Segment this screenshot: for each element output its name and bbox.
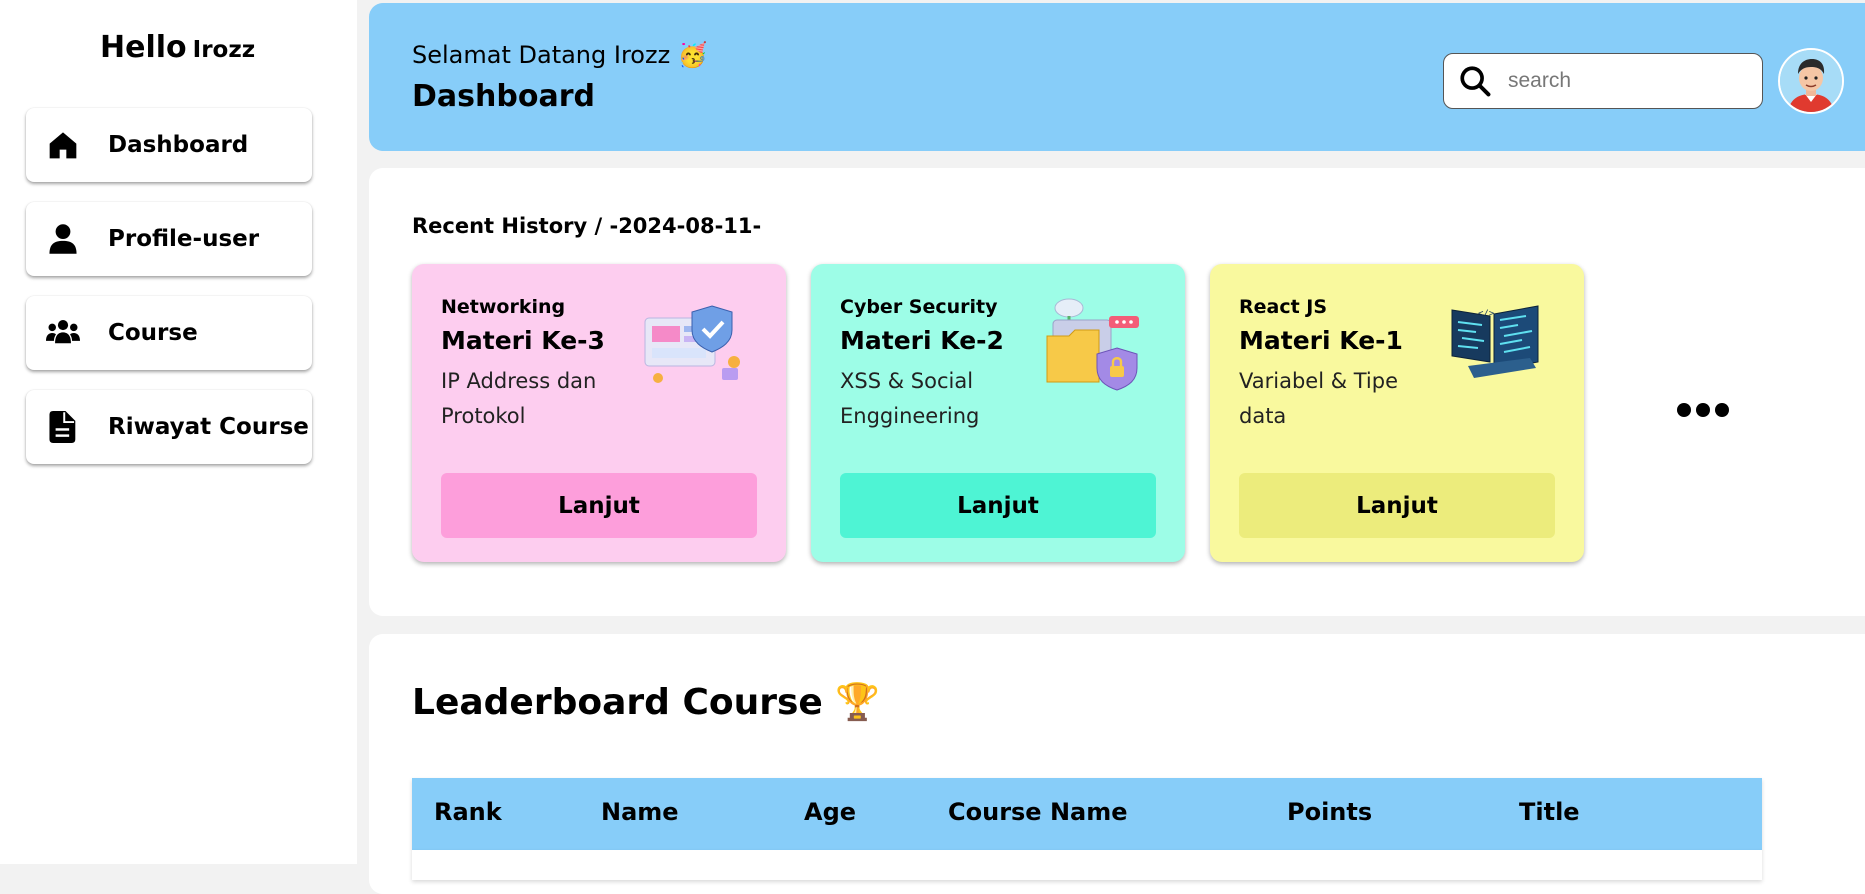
sidebar-greeting: Hello Irozz	[100, 30, 255, 65]
leaderboard-panel: Leaderboard Course 🏆 Rank Name Age Cours…	[369, 634, 1865, 894]
page-title: Dashboard	[412, 79, 595, 114]
sidebar-item-label: Riwayat Course	[108, 414, 309, 440]
sidebar-item-course[interactable]: Course	[26, 296, 312, 370]
username-text: Irozz	[192, 37, 256, 63]
greeting-text: Hello	[100, 30, 187, 65]
dot	[1715, 403, 1729, 417]
card-materi: Materi Ke-3	[441, 326, 605, 355]
lanjut-button[interactable]: Lanjut	[840, 473, 1156, 538]
search-bar[interactable]	[1443, 53, 1763, 109]
recent-history-title: Recent History / -2024-08-11-	[412, 214, 762, 238]
card-course-name: Cyber Security	[840, 296, 998, 318]
column-header-course-name: Course Name	[948, 798, 1128, 826]
course-card-react-js: React JS Materi Ke-1 Variabel & Tipe dat…	[1210, 264, 1584, 562]
dot	[1677, 403, 1691, 417]
welcome-text: Selamat Datang Irozz 🥳	[412, 41, 708, 69]
card-description: XSS & Social Enggineering	[840, 369, 980, 428]
card-materi: Materi Ke-1	[1239, 326, 1403, 355]
leaderboard-title: Leaderboard Course 🏆	[412, 682, 881, 723]
leaderboard-table-header: Rank Name Age Course Name Points Title	[412, 778, 1762, 850]
network-illustration	[640, 296, 750, 396]
security-illustration	[1039, 296, 1149, 396]
code-illustration: </>	[1438, 296, 1548, 396]
card-materi: Materi Ke-2	[840, 326, 1004, 355]
column-header-name: Name	[601, 798, 679, 826]
sidebar-item-profile-user[interactable]: Profile-user	[26, 202, 312, 276]
sidebar-item-riwayat-course[interactable]: Riwayat Course	[26, 390, 312, 464]
search-icon[interactable]	[1458, 64, 1492, 98]
user-icon	[46, 222, 80, 256]
more-dots-icon[interactable]	[1677, 400, 1737, 420]
document-icon	[46, 410, 80, 444]
card-course-name: Networking	[441, 296, 566, 318]
dot	[1696, 403, 1710, 417]
group-icon	[46, 316, 80, 350]
sidebar-item-label: Course	[108, 320, 198, 346]
lanjut-button[interactable]: Lanjut	[441, 473, 757, 538]
card-description: Variabel & Tipe data	[1239, 369, 1399, 428]
search-input[interactable]	[1506, 68, 1740, 94]
sidebar-item-label: Profile-user	[108, 226, 260, 252]
header: Selamat Datang Irozz 🥳 Dashboard	[369, 3, 1865, 151]
home-icon	[46, 128, 80, 162]
column-header-age: Age	[804, 798, 857, 826]
column-header-points: Points	[1287, 798, 1373, 826]
column-header-rank: Rank	[434, 798, 502, 826]
sidebar-item-label: Dashboard	[108, 132, 249, 158]
course-card-cyber-security: Cyber Security Materi Ke-2 XSS & Social …	[811, 264, 1185, 562]
leaderboard-table-body	[412, 850, 1762, 880]
lanjut-button[interactable]: Lanjut	[1239, 473, 1555, 538]
sidebar: Hello Irozz Dashboard Profile-user Course…	[0, 0, 357, 864]
avatar[interactable]	[1778, 48, 1844, 114]
card-course-name: React JS	[1239, 296, 1328, 318]
recent-history-panel: Recent History / -2024-08-11- Networking…	[369, 168, 1865, 616]
column-header-title: Title	[1519, 798, 1580, 826]
sidebar-item-dashboard[interactable]: Dashboard	[26, 108, 312, 182]
card-description: IP Address dan Protokol	[441, 369, 597, 428]
course-card-networking: Networking Materi Ke-3 IP Address dan Pr…	[412, 264, 786, 562]
svg-text:</>: </>	[1478, 309, 1495, 319]
